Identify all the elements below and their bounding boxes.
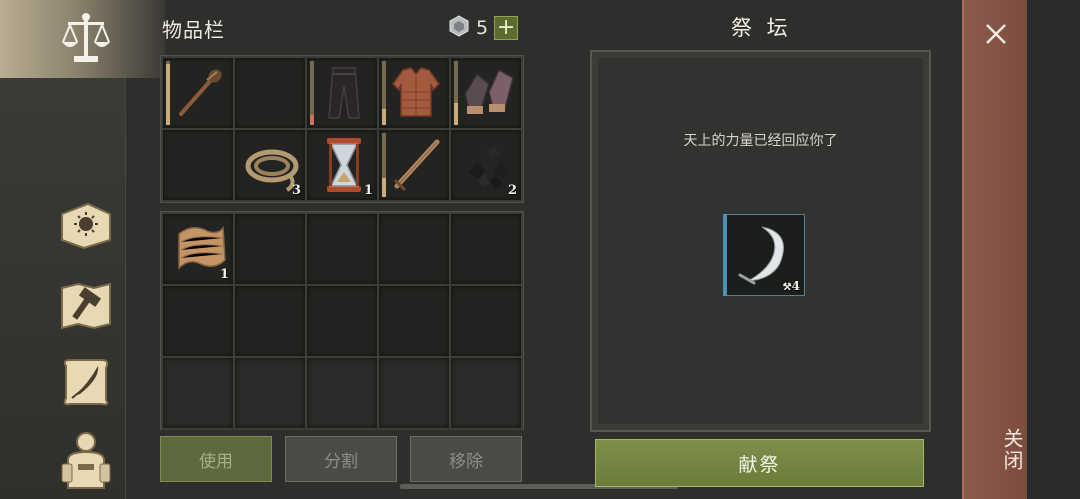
inventory-slot[interactable]: [163, 130, 233, 200]
padded-armor-icon: [387, 64, 445, 122]
inventory-action-bar: 使用 分割 移除: [160, 436, 522, 482]
sidebar-tab-balance[interactable]: [0, 0, 165, 78]
inventory-slot[interactable]: [307, 58, 377, 128]
inventory-slot[interactable]: 1: [307, 130, 377, 200]
gem-icon: [448, 15, 470, 41]
inventory-grid-top: 3 1 2: [160, 55, 524, 203]
item-count: 3: [291, 183, 301, 198]
inventory-slot[interactable]: [307, 358, 377, 428]
item-count: ⚒4: [782, 279, 800, 293]
inventory-grid-bag: 1: [160, 211, 524, 430]
inventory-slot[interactable]: [379, 286, 449, 356]
character-backpack-icon[interactable]: [58, 430, 114, 489]
item-count: 1: [219, 267, 229, 282]
inventory-slot[interactable]: [451, 214, 521, 284]
inventory-slot[interactable]: [307, 214, 377, 284]
inventory-slot[interactable]: [451, 286, 521, 356]
inventory-slot[interactable]: [379, 214, 449, 284]
durability-bar: [166, 61, 170, 125]
altar-title: 祭 坛: [731, 16, 792, 40]
close-icon[interactable]: [982, 20, 1010, 48]
inventory-slot[interactable]: [235, 358, 305, 428]
quill-scroll-icon[interactable]: [58, 356, 114, 412]
inventory-slot[interactable]: 2: [451, 130, 521, 200]
durability-bar: [454, 61, 458, 125]
gem-counter: 5 +: [448, 15, 519, 41]
inventory-slot[interactable]: [451, 358, 521, 428]
sun-book-icon[interactable]: [58, 200, 114, 256]
sickle-icon: [734, 223, 794, 287]
inventory-slot[interactable]: [379, 358, 449, 428]
map-hammer-icon[interactable]: [58, 280, 114, 336]
balance-scale-icon: [60, 12, 112, 66]
close-bar[interactable]: 关闭: [962, 0, 1029, 499]
wrench-icon: ⚒: [782, 282, 792, 293]
altar-panel: 天上的力量已经回应你了 ⚒4: [590, 50, 931, 432]
inventory-slot[interactable]: 3: [235, 130, 305, 200]
inventory-slot[interactable]: [235, 58, 305, 128]
inventory-slot[interactable]: 1: [163, 214, 233, 284]
altar-inner: 天上的力量已经回应你了 ⚒4: [598, 58, 923, 424]
inventory-slot[interactable]: [163, 286, 233, 356]
pants-icon: [315, 64, 373, 122]
inventory-slot[interactable]: [235, 214, 305, 284]
durability-bar: [310, 61, 314, 125]
torch-club-icon: [171, 64, 229, 122]
inventory-slot[interactable]: [379, 130, 449, 200]
close-label[interactable]: 关闭: [964, 420, 1027, 480]
inventory-slot[interactable]: [163, 358, 233, 428]
durability-bar: [382, 133, 386, 197]
inventory-slot[interactable]: [451, 58, 521, 128]
inventory-slot[interactable]: [235, 286, 305, 356]
use-button[interactable]: 使用: [160, 436, 272, 482]
inventory-slot[interactable]: [163, 58, 233, 128]
altar-message: 天上的力量已经回应你了: [683, 133, 838, 149]
altar-slot[interactable]: ⚒4: [723, 214, 805, 296]
gloves-icon: [459, 64, 517, 122]
split-button[interactable]: 分割: [285, 436, 397, 482]
wooden-sword-icon: [387, 136, 445, 194]
remove-button[interactable]: 移除: [410, 436, 522, 482]
item-count: 1: [363, 183, 373, 198]
inventory-slot[interactable]: [307, 286, 377, 356]
right-margin: [1027, 0, 1080, 499]
item-count: 2: [507, 183, 517, 198]
inventory-slot[interactable]: [379, 58, 449, 128]
durability-bar: [382, 61, 386, 125]
inventory-title: 物品栏: [162, 18, 225, 42]
add-gem-button[interactable]: +: [494, 16, 519, 40]
offer-button[interactable]: 献祭: [595, 439, 924, 487]
gem-count: 5: [476, 17, 489, 39]
